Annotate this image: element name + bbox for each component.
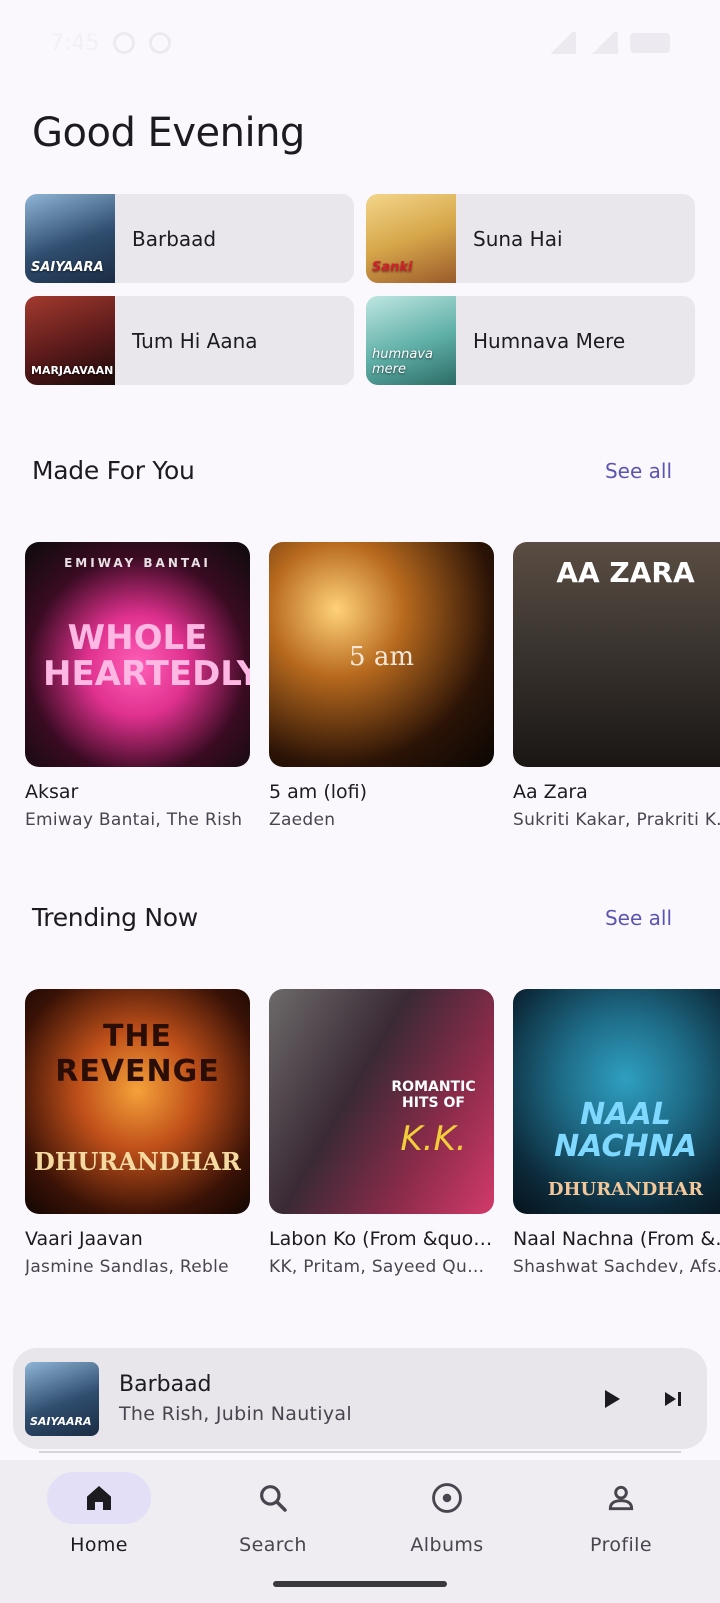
now-playing-title: Barbaad [119,1372,212,1397]
album-subtitle: Shashwat Sachdev, Afsana Khan [513,1257,720,1277]
nav-label: Home [70,1534,128,1556]
section-title: Trending Now [32,903,198,932]
notification-icon [113,32,136,54]
nav-indicator [569,1472,673,1524]
quick-pick-thumbnail: MARJAAVAAN [25,296,115,385]
album-art: ROMANTIC HITS OF K.K. [269,989,494,1214]
made-for-you-header: Made For You See all [32,456,672,485]
album-card[interactable]: 5 am 5 am (lofi) Zaeden [269,542,494,830]
thumbnail-tag: Sanki [372,260,413,275]
nav-label: Search [239,1534,307,1556]
art-main-text: K.K. [400,1119,467,1159]
album-art: THE REVENGE DHURANDHAR [25,989,250,1214]
nav-label: Profile [590,1534,652,1556]
art-main-text: DHURANDHAR [547,1179,704,1200]
mini-player[interactable]: SAIYAARA Barbaad The Rish, Jubin Nautiya… [13,1348,707,1453]
art-top-text: NAAL NACHNA [554,1097,697,1164]
nav-indicator [395,1472,499,1524]
nav-indicator [47,1472,151,1524]
now-playing-info[interactable]: Barbaad The Rish, Jubin Nautiyal [119,1372,571,1425]
greeting-title: Good Evening [32,110,305,156]
gesture-home-bar [273,1581,447,1587]
status-left: 7:45 [50,30,172,56]
album-title: Aksar [25,781,79,803]
quick-pick-thumbnail: SAIYAARA [25,194,115,283]
now-playing-artists: The Rish, Jubin Nautiyal [119,1403,352,1425]
album-title: Aa Zara [513,781,588,803]
art-top-text: EMIWAY BANTAI [64,556,211,570]
play-icon [605,1389,620,1408]
home-icon [87,1486,111,1510]
album-subtitle: Zaeden [269,810,336,830]
album-card[interactable]: THE REVENGE DHURANDHAR Vaari Jaavan Jasm… [25,989,250,1277]
quick-pick-card[interactable]: Sanki Suna Hai [366,194,695,283]
album-title: 5 am (lofi) [269,781,368,803]
playback-progress [39,1451,681,1453]
profile-icon [608,1485,634,1511]
search-icon [260,1485,287,1512]
quick-pick-card[interactable]: MARJAAVAAN Tum Hi Aana [25,296,354,385]
thumbnail-tag: SAIYAARA [30,1414,92,1428]
album-subtitle: Jasmine Sandlas, Reble [25,1257,229,1277]
quick-pick-thumbnail: Sanki [366,194,456,283]
nav-indicator [221,1472,325,1524]
trending-now-carousel[interactable]: THE REVENGE DHURANDHAR Vaari Jaavan Jasm… [25,989,720,1277]
nav-label: Albums [410,1534,484,1556]
art-main-text: DHURANDHAR [34,1147,241,1176]
see-all-link[interactable]: See all [605,459,672,483]
quick-pick-title: Suna Hai [473,226,563,251]
album-subtitle: KK, Pritam, Sayeed Quadri [269,1257,494,1277]
status-bar: 7:45 [0,0,720,86]
album-subtitle: Sukriti Kakar, Prakriti Kakar [513,810,720,830]
album-title: Vaari Jaavan [25,1228,143,1250]
skip-next-button[interactable] [651,1377,695,1421]
album-card[interactable]: ROMANTIC HITS OF K.K. Labon Ko (From &qu… [269,989,494,1277]
skip-next-icon [665,1391,681,1406]
album-art: NAAL NACHNA DHURANDHAR [513,989,720,1214]
art-main-text: AA ZARA [556,556,695,589]
thumbnail-tag: SAIYAARA [31,260,104,275]
status-time: 7:45 [50,30,100,56]
quick-pick-card[interactable]: humnava mere Humnava Mere [366,296,695,385]
status-right [546,32,670,54]
quick-pick-card[interactable]: SAIYAARA Barbaad [25,194,354,283]
made-for-you-carousel[interactable]: EMIWAY BANTAI WHOLE HEARTEDLY Aksar Emiw… [25,542,720,830]
quick-pick-title: Tum Hi Aana [132,328,258,353]
quick-pick-title: Humnava Mere [473,328,626,353]
album-art: 5 am [269,542,494,767]
thumbnail-tag: humnava mere [372,347,434,377]
album-title: Naal Nachna (From &quot;Dhurandhar&quot;… [513,1228,720,1250]
album-card[interactable]: EMIWAY BANTAI WHOLE HEARTEDLY Aksar Emiw… [25,542,250,830]
art-top-text: ROMANTIC HITS OF [391,1079,476,1111]
album-art: AA ZARA [513,542,720,767]
art-main-text: WHOLE HEARTEDLY [43,618,250,694]
album-art: EMIWAY BANTAI WHOLE HEARTEDLY [25,542,250,767]
art-main-text: 5 am [349,642,414,672]
album-card[interactable]: AA ZARA Aa Zara Sukriti Kakar, Prakriti … [513,542,720,830]
art-top-text: THE REVENGE [55,1019,220,1089]
album-icon [432,1483,462,1513]
see-all-link[interactable]: See all [605,906,672,930]
album-card[interactable]: NAAL NACHNA DHURANDHAR Naal Nachna (From… [513,989,720,1277]
thumbnail-tag: MARJAAVAAN [31,364,114,377]
play-button[interactable] [589,1377,633,1421]
quick-pick-thumbnail: humnava mere [366,296,456,385]
nav-item-profile[interactable]: Profile [546,1460,696,1603]
now-playing-thumbnail: SAIYAARA [25,1361,99,1436]
sync-icon [149,32,172,54]
wifi-icon [588,32,618,54]
battery-icon [630,33,670,53]
signal-icon [546,32,576,54]
quick-pick-title: Barbaad [132,226,217,251]
section-title: Made For You [32,456,195,485]
quick-picks-grid: SAIYAARA Barbaad Sanki Suna Hai MARJAAVA… [25,194,695,385]
album-title: Labon Ko (From &quot;Bhool Bhulaiyaa&quo… [269,1228,494,1250]
album-subtitle: Emiway Bantai, The Rish [25,810,243,830]
trending-now-header: Trending Now See all [32,903,672,932]
nav-item-home[interactable]: Home [24,1460,174,1603]
